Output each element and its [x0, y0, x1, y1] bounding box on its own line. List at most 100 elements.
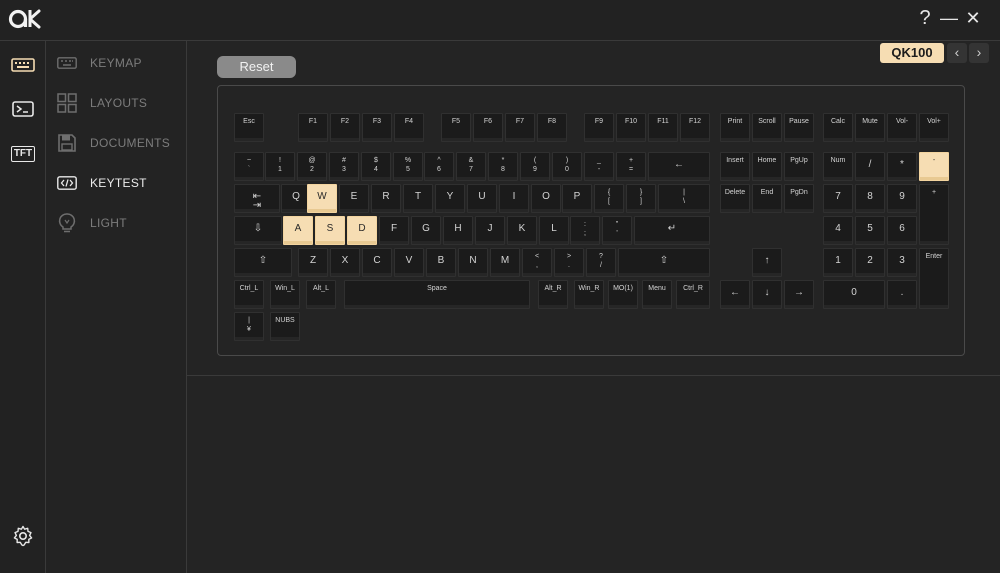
key-2[interactable]: @ 2: [297, 152, 327, 181]
settings-button[interactable]: [8, 523, 38, 549]
key-np-0[interactable]: 0: [823, 280, 885, 309]
key-b[interactable]: B: [426, 248, 456, 277]
key-f5[interactable]: F5: [441, 113, 471, 142]
key-semicolon[interactable]: : ;: [570, 216, 600, 245]
key-minus[interactable]: _ -: [584, 152, 614, 181]
close-button[interactable]: ✕: [961, 5, 985, 31]
key-np-minus[interactable]: -: [919, 152, 949, 181]
key-np-3[interactable]: 3: [887, 248, 917, 277]
key-delete[interactable]: Delete: [720, 184, 750, 213]
prev-device-button[interactable]: ‹: [947, 43, 967, 63]
key-p[interactable]: P: [562, 184, 592, 213]
key-f2[interactable]: F2: [330, 113, 360, 142]
key-n[interactable]: N: [458, 248, 488, 277]
key-equal[interactable]: + =: [616, 152, 646, 181]
key-f10[interactable]: F10: [616, 113, 646, 142]
minimize-button[interactable]: —: [937, 5, 961, 31]
key-lshift[interactable]: ⇧: [234, 248, 292, 277]
key-lbracket[interactable]: { [: [594, 184, 624, 213]
key-nubs[interactable]: NUBS: [270, 312, 300, 341]
key-backspace[interactable]: ←: [648, 152, 710, 181]
key-f3[interactable]: F3: [362, 113, 392, 142]
key-vol-down[interactable]: Vol-: [887, 113, 917, 142]
key-z[interactable]: Z: [298, 248, 328, 277]
key-d[interactable]: D: [347, 216, 377, 245]
reset-button[interactable]: Reset: [217, 56, 296, 78]
key-np-7[interactable]: 7: [823, 184, 853, 213]
key-comma[interactable]: < ,: [522, 248, 552, 277]
key-calc[interactable]: Calc: [823, 113, 853, 142]
key-tab[interactable]: ⇤ ⇥: [234, 184, 280, 213]
key-np-9[interactable]: 9: [887, 184, 917, 213]
key-mute[interactable]: Mute: [855, 113, 885, 142]
key-5[interactable]: % 5: [393, 152, 423, 181]
key-right[interactable]: →: [784, 280, 814, 309]
key-y[interactable]: Y: [435, 184, 465, 213]
key-x[interactable]: X: [330, 248, 360, 277]
key-f8[interactable]: F8: [537, 113, 567, 142]
key-fn[interactable]: MO(1): [608, 280, 638, 309]
menu-item-documents[interactable]: DOCUMENTS: [56, 128, 181, 158]
key-f12[interactable]: F12: [680, 113, 710, 142]
key-9[interactable]: ( 9: [520, 152, 550, 181]
key-end[interactable]: End: [752, 184, 782, 213]
key-pgdn[interactable]: PgDn: [784, 184, 814, 213]
key-4[interactable]: $ 4: [361, 152, 391, 181]
rail-tft-button[interactable]: TFT: [8, 141, 38, 167]
key-np-plus[interactable]: +: [919, 184, 949, 245]
key-yen[interactable]: | ¥: [234, 312, 264, 341]
key-up[interactable]: ↑: [752, 248, 782, 277]
key-w[interactable]: W: [307, 184, 337, 213]
key-pause[interactable]: Pause: [784, 113, 814, 142]
key-enter[interactable]: ↵: [634, 216, 710, 245]
key-np-star[interactable]: *: [887, 152, 917, 181]
key-scroll[interactable]: Scroll: [752, 113, 782, 142]
key-caps[interactable]: ⇩: [234, 216, 282, 245]
key-m[interactable]: M: [490, 248, 520, 277]
key-vol-up[interactable]: Vol+: [919, 113, 949, 142]
key-np-2[interactable]: 2: [855, 248, 885, 277]
key-6[interactable]: ^ 6: [424, 152, 454, 181]
key-rshift[interactable]: ⇧: [618, 248, 710, 277]
device-model-badge[interactable]: QK100: [880, 43, 944, 63]
key-8[interactable]: * 8: [488, 152, 518, 181]
key-slash[interactable]: ? /: [586, 248, 616, 277]
key-pgup[interactable]: PgUp: [784, 152, 814, 181]
key-f7[interactable]: F7: [505, 113, 535, 142]
key-lctrl[interactable]: Ctrl_L: [234, 280, 264, 309]
key-u[interactable]: U: [467, 184, 497, 213]
key-v[interactable]: V: [394, 248, 424, 277]
key-k[interactable]: K: [507, 216, 537, 245]
key-home[interactable]: Home: [752, 152, 782, 181]
key-backslash[interactable]: | \: [658, 184, 710, 213]
key-left[interactable]: ←: [720, 280, 750, 309]
key-rbracket[interactable]: } ]: [626, 184, 656, 213]
rail-terminal-button[interactable]: [8, 96, 38, 122]
key-lalt[interactable]: Alt_L: [306, 280, 336, 309]
key-np-4[interactable]: 4: [823, 216, 853, 245]
key-i[interactable]: I: [499, 184, 529, 213]
key-lwin[interactable]: Win_L: [270, 280, 300, 309]
key-s[interactable]: S: [315, 216, 345, 245]
key-7[interactable]: & 7: [456, 152, 486, 181]
menu-item-light[interactable]: LIGHT: [56, 208, 181, 238]
key-space[interactable]: Space: [344, 280, 530, 309]
key-o[interactable]: O: [531, 184, 561, 213]
key-c[interactable]: C: [362, 248, 392, 277]
key-menu[interactable]: Menu: [642, 280, 672, 309]
key-j[interactable]: J: [475, 216, 505, 245]
key-l[interactable]: L: [539, 216, 569, 245]
key-np-dot[interactable]: .: [887, 280, 917, 309]
key-ralt[interactable]: Alt_R: [538, 280, 568, 309]
key-0[interactable]: ) 0: [552, 152, 582, 181]
key-np-5[interactable]: 5: [855, 216, 885, 245]
key-np-6[interactable]: 6: [887, 216, 917, 245]
key-np-8[interactable]: 8: [855, 184, 885, 213]
key-down[interactable]: ↓: [752, 280, 782, 309]
menu-item-layouts[interactable]: LAYOUTS: [56, 88, 181, 118]
key-grave[interactable]: ~ `: [234, 152, 264, 181]
key-h[interactable]: H: [443, 216, 473, 245]
rail-keyboard-button[interactable]: [8, 52, 38, 78]
key-e[interactable]: E: [339, 184, 369, 213]
key-print[interactable]: Print: [720, 113, 750, 142]
